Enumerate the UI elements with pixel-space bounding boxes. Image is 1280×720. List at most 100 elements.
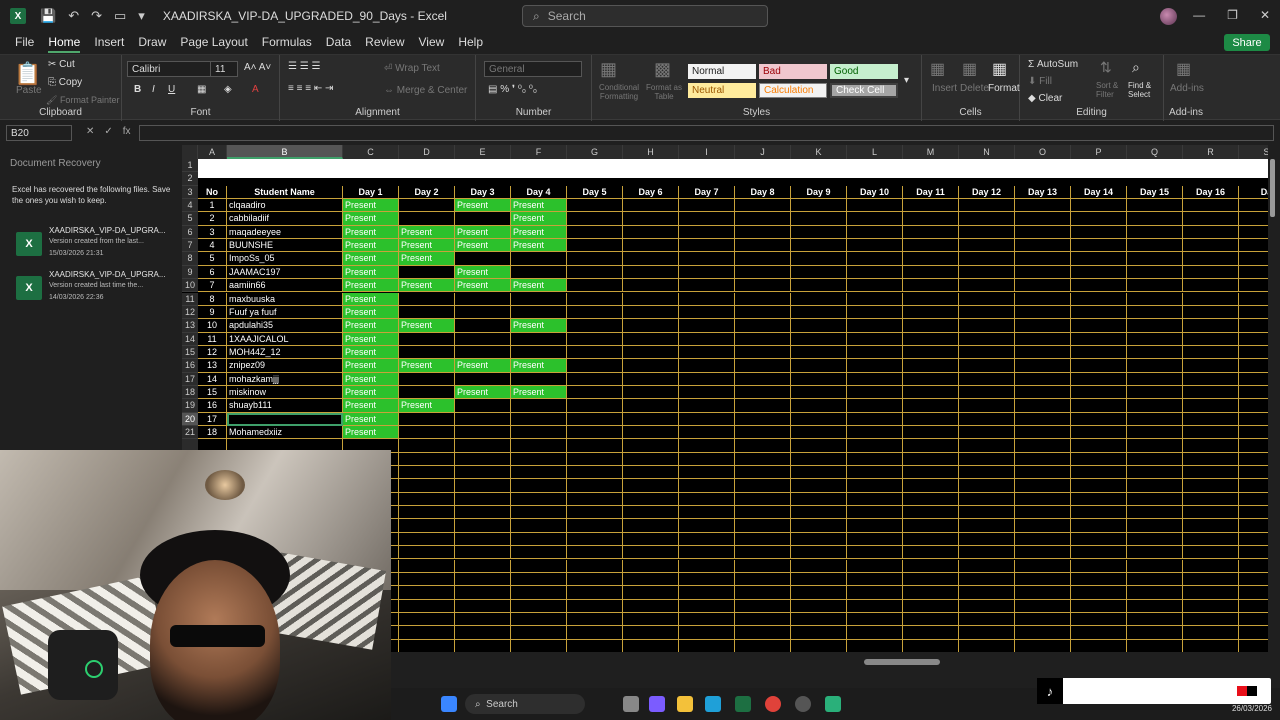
empty-cell[interactable] — [511, 439, 567, 453]
undo-icon[interactable]: ↶ — [68, 8, 79, 24]
sort-filter-button[interactable]: Sort & Filter — [1096, 81, 1126, 99]
empty-cell[interactable] — [1183, 439, 1239, 453]
empty-cell[interactable] — [1015, 586, 1071, 600]
attendance-cell[interactable] — [455, 345, 511, 360]
empty-cell[interactable] — [567, 506, 623, 520]
attendance-cell[interactable] — [1071, 199, 1127, 213]
empty-cell[interactable] — [567, 492, 623, 507]
student-name-cell[interactable]: aamiin66 — [227, 279, 343, 293]
attendance-cell[interactable] — [623, 399, 679, 413]
student-number-cell[interactable]: 17 — [198, 412, 227, 426]
row-header[interactable]: 15 — [182, 345, 198, 360]
delete-cells-button[interactable]: Delete — [960, 83, 989, 94]
empty-cell[interactable] — [959, 599, 1015, 613]
avatar[interactable] — [1160, 8, 1177, 25]
tab-insert[interactable]: Insert — [87, 35, 131, 49]
attendance-cell[interactable] — [791, 412, 847, 426]
attendance-cell[interactable] — [1071, 399, 1127, 413]
empty-cell[interactable] — [623, 599, 679, 613]
attendance-cell[interactable] — [567, 212, 623, 226]
empty-cell[interactable] — [567, 546, 623, 560]
attendance-cell[interactable] — [1127, 292, 1183, 306]
attendance-cell[interactable] — [399, 412, 455, 426]
empty-cell[interactable] — [679, 639, 735, 652]
attendance-cell[interactable] — [959, 252, 1015, 266]
attendance-cell[interactable] — [735, 385, 791, 400]
attendance-cell[interactable] — [399, 332, 455, 346]
attendance-cell[interactable] — [623, 239, 679, 253]
column-header[interactable]: K — [791, 145, 847, 159]
empty-cell[interactable] — [1127, 506, 1183, 520]
attendance-cell[interactable] — [399, 345, 455, 360]
attendance-cell[interactable] — [679, 426, 735, 440]
empty-cell[interactable] — [847, 612, 903, 627]
empty-cell[interactable] — [847, 639, 903, 652]
column-header[interactable]: Q — [1127, 145, 1183, 159]
attendance-cell[interactable]: Present — [343, 225, 399, 240]
attendance-cell[interactable] — [903, 426, 959, 440]
empty-cell[interactable] — [1239, 546, 1268, 560]
attendance-cell[interactable] — [623, 252, 679, 266]
empty-cell[interactable] — [1127, 532, 1183, 547]
empty-cell[interactable] — [735, 586, 791, 600]
empty-cell[interactable] — [567, 572, 623, 587]
attendance-cell[interactable] — [791, 265, 847, 280]
attendance-cell[interactable] — [1015, 412, 1071, 426]
empty-cell[interactable] — [1071, 452, 1127, 467]
attendance-cell[interactable] — [1071, 265, 1127, 280]
empty-cell[interactable] — [791, 492, 847, 507]
attendance-cell[interactable] — [1239, 199, 1268, 213]
attendance-cell[interactable]: Present — [511, 199, 567, 213]
attendance-cell[interactable] — [679, 399, 735, 413]
attendance-cell[interactable] — [959, 399, 1015, 413]
empty-cell[interactable] — [455, 572, 511, 587]
attendance-cell[interactable] — [623, 279, 679, 293]
find-select-button[interactable]: Find & Select — [1128, 81, 1164, 99]
attendance-cell[interactable]: Present — [343, 265, 399, 280]
attendance-cell[interactable] — [679, 345, 735, 360]
empty-cell[interactable] — [1127, 439, 1183, 453]
student-number-cell[interactable]: 11 — [198, 332, 227, 346]
empty-cell[interactable] — [1127, 572, 1183, 587]
empty-cell[interactable] — [1183, 599, 1239, 613]
empty-cell[interactable] — [1239, 439, 1268, 453]
attendance-cell[interactable] — [735, 359, 791, 373]
student-name-cell[interactable]: BUUNSHE — [227, 239, 343, 253]
attendance-cell[interactable] — [959, 265, 1015, 280]
attendance-cell[interactable] — [1127, 412, 1183, 426]
attendance-cell[interactable] — [959, 359, 1015, 373]
attendance-cell[interactable]: Present — [511, 225, 567, 240]
attendance-cell[interactable] — [567, 292, 623, 306]
attendance-cell[interactable] — [735, 279, 791, 293]
format-table-button[interactable]: Format as Table — [644, 83, 684, 101]
attendance-cell[interactable] — [623, 265, 679, 280]
share-button[interactable]: Share — [1224, 34, 1270, 51]
empty-cell[interactable] — [1015, 626, 1071, 640]
attendance-cell[interactable] — [1015, 319, 1071, 333]
attendance-cell[interactable] — [1127, 225, 1183, 240]
attendance-cell[interactable] — [959, 225, 1015, 240]
attendance-cell[interactable]: Present — [343, 199, 399, 213]
attendance-cell[interactable] — [567, 345, 623, 360]
empty-cell[interactable] — [959, 612, 1015, 627]
empty-cell[interactable] — [511, 506, 567, 520]
attendance-cell[interactable] — [1071, 345, 1127, 360]
select-all-corner[interactable] — [182, 145, 198, 159]
attendance-cell[interactable] — [1239, 346, 1268, 360]
empty-cell[interactable] — [1183, 546, 1239, 560]
attendance-cell[interactable] — [1127, 252, 1183, 266]
column-header[interactable]: C — [343, 145, 399, 159]
empty-cell[interactable] — [399, 599, 455, 613]
attendance-cell[interactable]: Present — [399, 239, 455, 253]
attendance-cell[interactable] — [1239, 293, 1268, 306]
student-number-cell[interactable]: 1 — [198, 199, 227, 213]
empty-cell[interactable] — [511, 466, 567, 480]
student-name-cell[interactable]: JAAMAC197 — [227, 265, 343, 280]
attendance-cell[interactable] — [847, 359, 903, 373]
empty-cell[interactable] — [1239, 560, 1268, 573]
attendance-cell[interactable] — [847, 399, 903, 413]
attendance-cell[interactable] — [567, 199, 623, 213]
attendance-cell[interactable] — [1127, 305, 1183, 320]
attendance-cell[interactable] — [903, 359, 959, 373]
empty-cell[interactable] — [959, 559, 1015, 573]
